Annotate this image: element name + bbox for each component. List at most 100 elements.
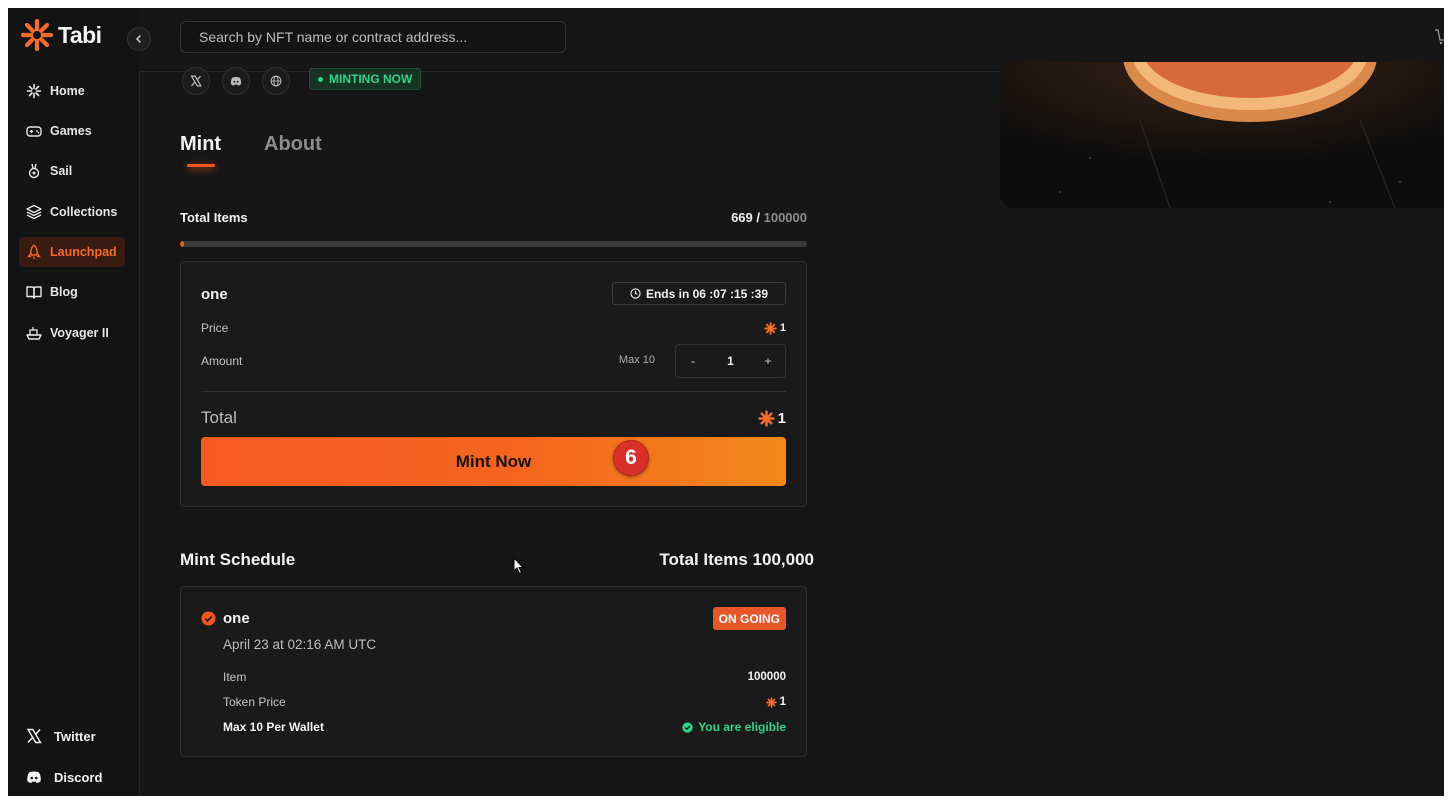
main-content: MINTING NOW Mint About Total Items 669 /…	[139, 62, 1444, 796]
decrement-button[interactable]: -	[688, 354, 698, 368]
globe-icon	[270, 75, 282, 87]
mint-progress-fill	[180, 241, 185, 247]
total-label: Total	[201, 408, 237, 427]
mint-schedule-title: Mint Schedule	[180, 550, 296, 569]
discord-link[interactable]	[222, 67, 250, 95]
schedule-phase-header: one	[201, 610, 250, 627]
sidebar-item-collections[interactable]: Collections	[19, 197, 125, 227]
search-box[interactable]	[180, 21, 566, 53]
schedule-phase-date: April 23 at 02:16 AM UTC	[223, 637, 377, 652]
sidebar-item-games[interactable]: Games	[19, 116, 125, 146]
discord-icon	[27, 771, 41, 783]
tabi-token-icon	[757, 409, 775, 427]
sidebar-item-label: Launchpad	[50, 245, 117, 259]
eligibility-label: You are eligible	[698, 720, 786, 734]
token-price-label: Token Price	[223, 695, 286, 709]
mint-card: one Ends in 06 :07 :15 :39 Price 1 Amoun…	[180, 261, 807, 507]
twitter-link[interactable]	[182, 67, 210, 95]
tab-mint[interactable]: Mint	[180, 133, 221, 156]
amount-label: Amount	[201, 354, 243, 368]
step-marker-badge: 6	[613, 440, 649, 476]
max-amount-label: Max 10	[618, 354, 655, 366]
app-name: Tabi	[58, 21, 102, 48]
app-window: Tabi Home Games Sail Collections Launchp…	[8, 8, 1444, 796]
token-price-value: 1	[765, 696, 786, 708]
sidebar-item-blog[interactable]: Blog	[19, 277, 125, 307]
eligibility-status: You are eligible	[682, 720, 786, 734]
sidebar-item-launchpad[interactable]: Launchpad	[19, 237, 125, 267]
tabi-logo-icon	[20, 18, 54, 52]
discord-icon	[230, 76, 242, 86]
sidebar: Tabi Home Games Sail Collections Launchp…	[8, 8, 140, 796]
sidebar-link-discord[interactable]: Discord	[26, 769, 102, 785]
schedule-wallet-row: Max 10 Per Wallet You are eligible	[223, 720, 786, 734]
countdown-label: Ends in 06 :07 :15 :39	[645, 286, 768, 301]
clock-icon	[630, 288, 641, 299]
schedule-item-row: Item 100000	[223, 670, 786, 684]
rocket-icon	[27, 244, 41, 259]
minting-status-label: MINTING NOW	[329, 72, 413, 86]
sidebar-link-label: Twitter	[54, 728, 96, 744]
status-dot	[318, 76, 323, 82]
item-value: 100000	[747, 671, 786, 683]
count-separator: /	[752, 210, 764, 225]
quantity-value[interactable]: 1	[727, 354, 734, 368]
wallet-limit-label: Max 10 Per Wallet	[223, 720, 324, 734]
mint-now-label: Mint Now	[455, 451, 532, 471]
mint-progress-bar	[180, 241, 807, 247]
price-label: Price	[201, 321, 229, 335]
collection-banner-image	[1000, 62, 1444, 208]
sidebar-item-label: Games	[50, 124, 92, 138]
cart-button[interactable]	[1434, 28, 1444, 51]
check-circle-icon	[201, 611, 216, 626]
total-value: 1	[757, 409, 786, 427]
check-circle-icon	[682, 721, 693, 733]
sidebar-item-label: Home	[50, 84, 85, 98]
gamepad-icon	[26, 126, 42, 137]
price-row: Price 1	[201, 321, 786, 335]
increment-button[interactable]: +	[763, 354, 773, 368]
book-icon	[26, 286, 42, 299]
schedule-phase-name: one	[223, 610, 250, 627]
total-amount: 1	[777, 409, 786, 427]
search-input[interactable]	[197, 28, 549, 46]
sidebar-link-label: Discord	[54, 769, 103, 785]
mint-now-button[interactable]: Mint Now 6	[201, 437, 786, 486]
chevron-left-icon	[135, 34, 142, 44]
active-tab-indicator	[187, 164, 215, 167]
tabi-token-icon	[765, 696, 777, 708]
layers-icon	[26, 204, 42, 220]
total-items-label: Total Items	[180, 210, 248, 225]
card-divider	[201, 391, 786, 392]
schedule-token-price-row: Token Price 1	[223, 695, 786, 709]
tab-about[interactable]: About	[264, 133, 322, 156]
price-value: 1	[764, 321, 786, 335]
sparkle-icon	[26, 83, 42, 99]
supply-count: 100000	[763, 210, 807, 225]
schedule-total-items: Total Items 100,000	[659, 550, 814, 569]
total-row: Total 1	[201, 408, 786, 428]
sidebar-link-twitter[interactable]: Twitter	[26, 728, 96, 744]
schedule-phase-card: one ON GOING April 23 at 02:16 AM UTC It…	[180, 586, 807, 757]
website-link[interactable]	[262, 67, 290, 95]
mouse-cursor-icon	[513, 557, 525, 575]
cart-icon	[1435, 29, 1444, 45]
total-items-row: Total Items 669 / 100000	[180, 210, 807, 225]
sidebar-item-label: Voyager II	[50, 326, 109, 340]
sidebar-collapse-button[interactable]	[127, 27, 151, 51]
sidebar-item-sail[interactable]: Sail	[19, 156, 125, 186]
sidebar-item-home[interactable]: Home	[19, 76, 125, 106]
sidebar-item-voyager[interactable]: Voyager II	[19, 318, 125, 348]
ship-icon	[26, 327, 42, 340]
x-logo-icon	[190, 75, 202, 87]
x-logo-icon	[26, 728, 42, 744]
item-label: Item	[223, 670, 247, 684]
logo[interactable]: Tabi	[20, 18, 102, 52]
sidebar-item-label: Blog	[50, 285, 78, 299]
tabi-token-icon	[764, 321, 777, 335]
minting-status-badge: MINTING NOW	[309, 68, 422, 90]
phase-name: one	[201, 286, 228, 303]
price-amount: 1	[779, 322, 786, 334]
countdown-badge: Ends in 06 :07 :15 :39	[611, 282, 786, 305]
medal-icon	[28, 163, 40, 179]
